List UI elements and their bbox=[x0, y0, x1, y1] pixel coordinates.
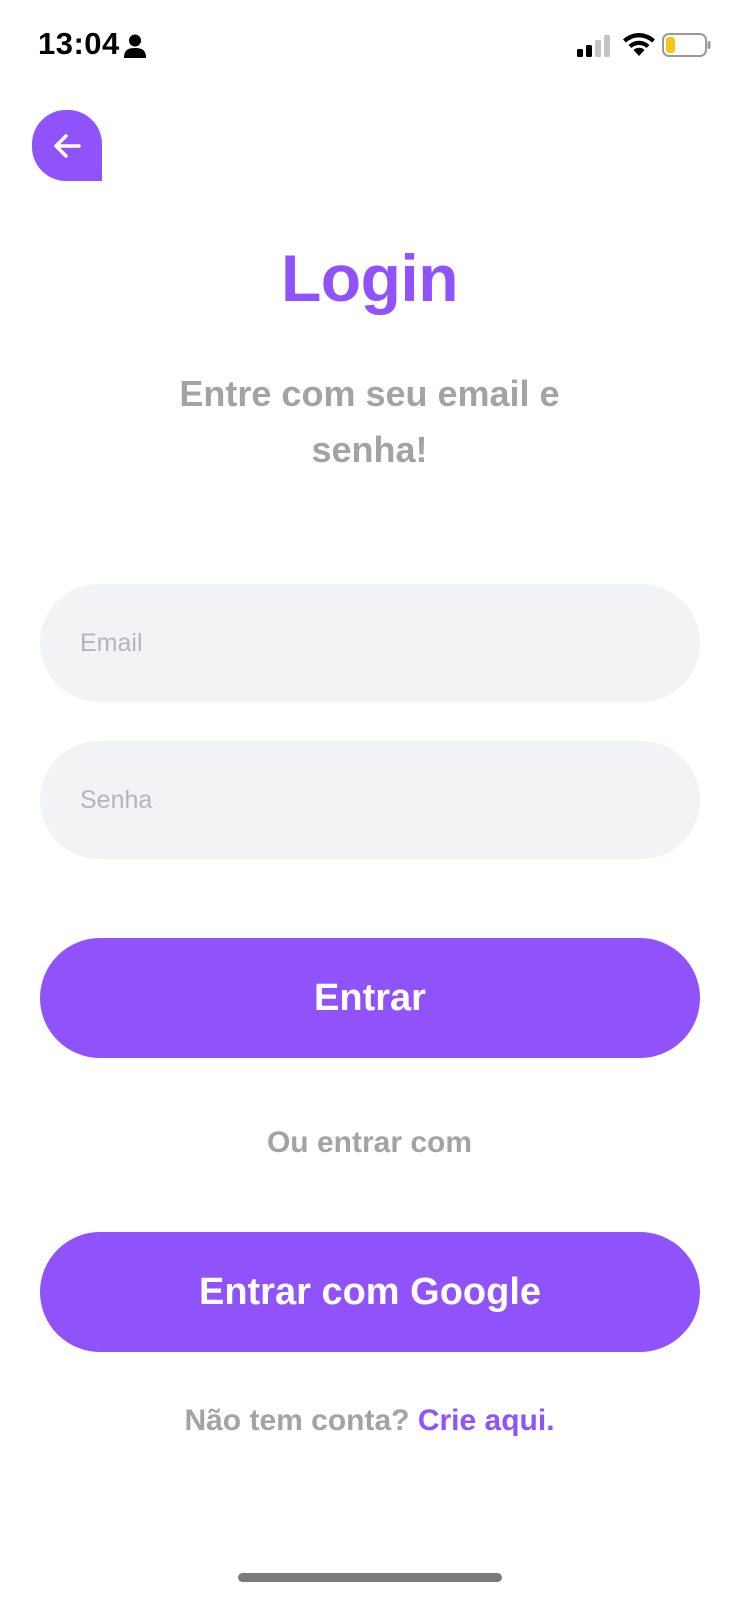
status-bar: 13:04 bbox=[0, 0, 739, 92]
google-login-button[interactable]: Entrar com Google bbox=[40, 1232, 700, 1352]
page-subtitle: Entre com seu email e senha! bbox=[179, 373, 560, 470]
password-field[interactable] bbox=[40, 741, 700, 859]
person-icon bbox=[124, 34, 146, 58]
google-login-button-label: Entrar com Google bbox=[198, 1270, 542, 1313]
battery-low-icon bbox=[662, 33, 711, 57]
alternative-login-text: Ou entrar com bbox=[266, 1126, 473, 1159]
cellular-signal-icon bbox=[577, 35, 610, 57]
wifi-icon bbox=[623, 33, 655, 56]
signup-row: Não tem conta? Crie aqui. bbox=[0, 1404, 739, 1438]
login-button[interactable]: Entrar bbox=[40, 938, 700, 1058]
back-button[interactable] bbox=[32, 110, 102, 181]
signup-prompt: Não tem conta? bbox=[184, 1404, 410, 1437]
signup-link[interactable]: Crie aqui. bbox=[418, 1404, 555, 1437]
arrow-left-icon bbox=[54, 133, 81, 158]
home-indicator bbox=[238, 1573, 502, 1582]
page-title: Login bbox=[280, 241, 459, 315]
login-screen: 13:04 Login Entre com seu email e senha! bbox=[0, 0, 739, 1600]
login-button-label: Entrar bbox=[314, 976, 426, 1019]
email-field[interactable] bbox=[40, 584, 700, 702]
status-time: 13:04 bbox=[38, 26, 120, 61]
